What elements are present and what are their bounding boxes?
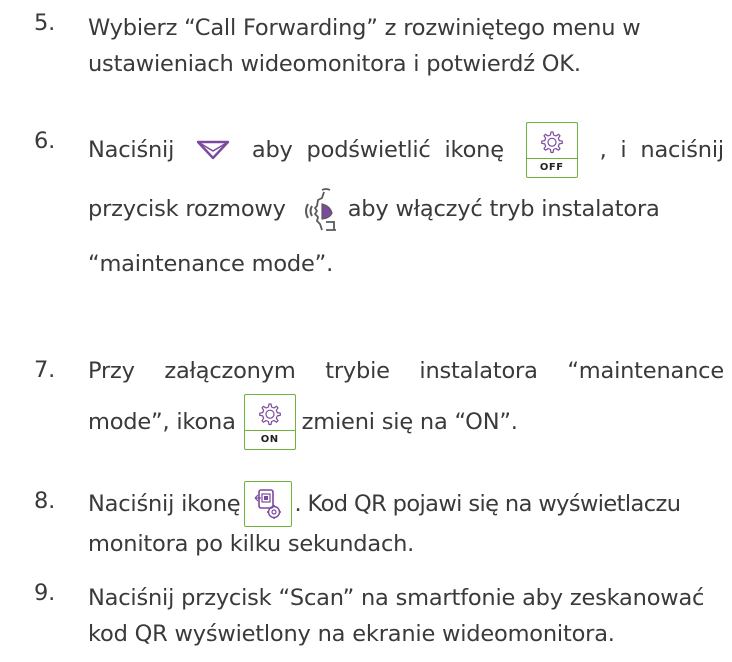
step-text-line: ustawieniach wideomonitora i potwierdź O…: [88, 51, 581, 77]
step-number: 7.: [34, 357, 56, 383]
step-text-word: załączonym: [164, 358, 296, 384]
step-text: , i naciśnij: [599, 137, 725, 163]
step-text-line: Naciśnij przycisk “Scan” na smartfonie a…: [88, 585, 705, 611]
step-text-word: trybie: [325, 358, 390, 384]
step-text: mode”, ikona: [88, 409, 236, 435]
step-number: 8.: [34, 488, 56, 514]
settings-on-icon-box: ON: [243, 394, 296, 450]
step-text: . Kod QR pojawi się na wyświetlaczu: [294, 491, 681, 517]
settings-off-icon-box: OFF: [525, 122, 578, 178]
gear-icon: [540, 131, 563, 154]
step-text: aby podświetlić ikonę: [251, 137, 504, 163]
step-text-word: Przy: [88, 358, 135, 384]
icon-state-label: ON: [244, 430, 295, 449]
step-text: Naciśnij: [88, 137, 175, 163]
step-text-word: “maintenance: [567, 358, 724, 384]
step-number: 6.: [34, 128, 56, 154]
step-text: aby włączyć tryb instalatora: [347, 196, 660, 222]
step-number: 9.: [34, 580, 56, 606]
gear-icon: [258, 403, 281, 426]
step-text-line: Wybierz “Call Forwarding” z rozwiniętego…: [88, 15, 641, 41]
instruction-document: 5. Wybierz “Call Forwarding” z rozwinięt…: [0, 0, 732, 662]
step-text-word: instalatora: [419, 358, 538, 384]
step-text: “maintenance mode”.: [88, 251, 334, 277]
step-text: monitora po kilku sekundach.: [88, 531, 415, 557]
down-triangle-icon: [196, 140, 230, 160]
step-text: zmieni się na “ON”.: [301, 409, 518, 435]
qr-settings-icon: [255, 489, 282, 519]
step-number: 5.: [34, 10, 56, 36]
talk-button-icon: [304, 188, 336, 231]
icon-state-label: OFF: [526, 158, 577, 177]
step-text: przycisk rozmowy: [88, 196, 286, 222]
step-text: Naciśnij ikonę: [88, 491, 241, 517]
step-text-line: kod QR wyświetlony na ekranie wideomonit…: [88, 621, 615, 647]
qr-settings-icon-box: [244, 481, 293, 527]
